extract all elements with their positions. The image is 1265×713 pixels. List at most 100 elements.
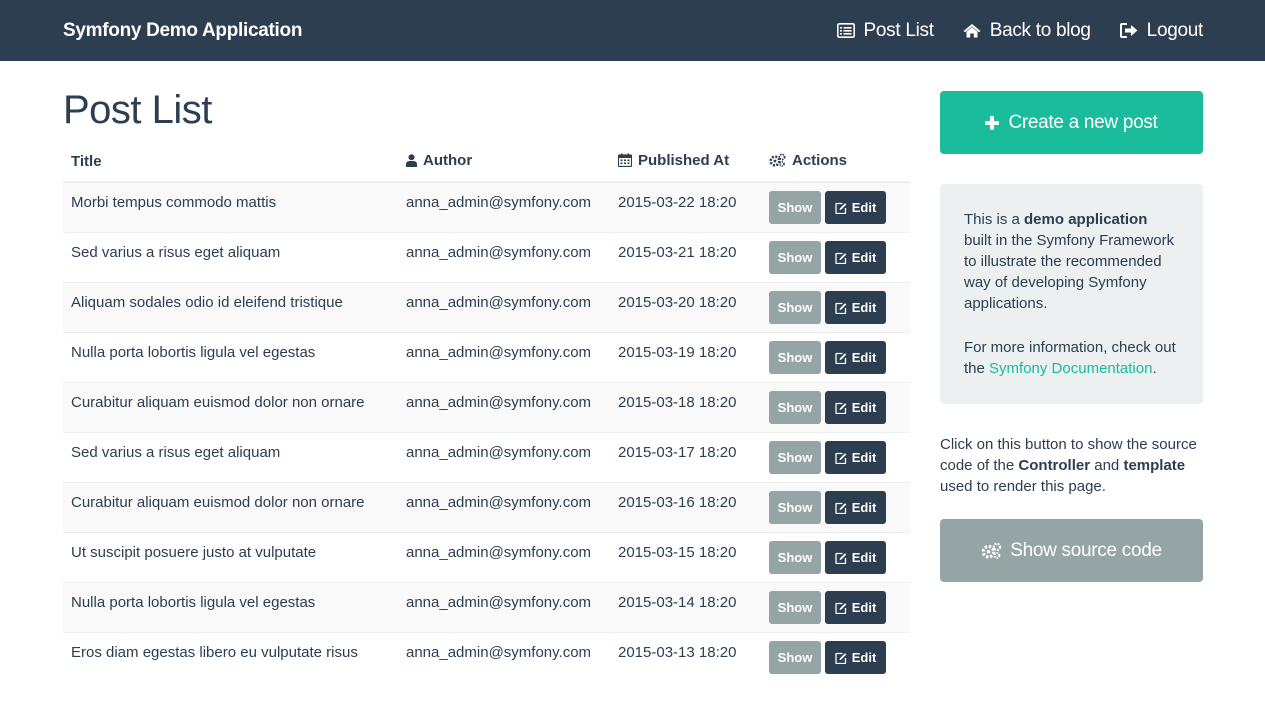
post-actions-cell: Show Edit xyxy=(761,531,910,582)
post-author-cell: anna_admin@symfony.com xyxy=(398,431,610,482)
column-header-published-at: Published At xyxy=(610,142,761,183)
post-author-cell: anna_admin@symfony.com xyxy=(398,231,610,282)
post-title-cell: Eros diam egestas libero eu vulputate ri… xyxy=(63,631,398,682)
list-alt-icon xyxy=(836,23,855,38)
show-post-button[interactable]: Show xyxy=(769,590,821,624)
post-author-cell: anna_admin@symfony.com xyxy=(398,181,610,232)
post-actions-cell: Show Edit xyxy=(761,581,910,632)
nav-logout-label: Logout xyxy=(1146,19,1204,41)
nav-logout-link[interactable]: Logout xyxy=(1119,19,1204,42)
edit-post-button[interactable]: Edit xyxy=(825,240,886,274)
post-author-cell: anna_admin@symfony.com xyxy=(398,281,610,332)
post-published-at-cell: 2015-03-21 18:20 xyxy=(610,231,761,282)
show-post-button[interactable]: Show xyxy=(769,540,821,574)
post-actions-cell: Show Edit xyxy=(761,281,910,332)
post-title-cell: Ut suscipit posuere justo at vulputate xyxy=(63,531,398,582)
show-post-button[interactable]: Show xyxy=(769,191,821,224)
post-actions-cell: Show Edit xyxy=(761,381,910,432)
show-source-code-button[interactable]: Show source code xyxy=(940,519,1203,582)
column-header-actions: Actions xyxy=(761,142,910,183)
show-post-button[interactable]: Show xyxy=(769,640,821,674)
post-title-cell: Sed varius a risus eget aliquam xyxy=(63,231,398,282)
post-published-at-cell: 2015-03-13 18:20 xyxy=(610,631,761,682)
user-icon xyxy=(406,154,417,171)
edit-post-button[interactable]: Edit xyxy=(825,440,886,476)
post-title-cell: Nulla porta lobortis ligula vel egestas xyxy=(63,581,398,632)
post-published-at-cell: 2015-03-18 18:20 xyxy=(610,381,761,432)
post-author-cell: anna_admin@symfony.com xyxy=(398,381,610,432)
post-actions-cell: Show Edit xyxy=(761,181,910,232)
post-title-cell: Sed varius a risus eget aliquam xyxy=(63,431,398,482)
column-header-author: Author xyxy=(398,142,610,183)
edit-post-button[interactable]: Edit xyxy=(825,390,886,426)
show-post-button[interactable]: Show xyxy=(769,490,821,524)
post-author-cell: anna_admin@symfony.com xyxy=(398,631,610,682)
show-post-button[interactable]: Show xyxy=(769,290,821,324)
edit-icon xyxy=(835,393,847,426)
edit-icon xyxy=(835,193,847,226)
edit-icon xyxy=(835,293,847,326)
table-header-row: Title Author Published At Actions xyxy=(63,142,910,183)
navbar: Symfony Demo Application Post List Back … xyxy=(0,0,1265,61)
nav-back-to-blog-link[interactable]: Back to blog xyxy=(963,20,1091,42)
post-author-cell: anna_admin@symfony.com xyxy=(398,481,610,532)
table-row: Nulla porta lobortis ligula vel egestas a… xyxy=(63,581,910,632)
edit-post-label: Edit xyxy=(851,499,877,515)
post-title-cell: Aliquam sodales odio id eleifend tristiq… xyxy=(63,281,398,332)
cogs-icon xyxy=(769,153,786,171)
table-row: Curabitur aliquam euismod dolor non orna… xyxy=(63,381,910,432)
table-row: Ut suscipit posuere justo at vulputate an… xyxy=(63,531,910,582)
edit-post-button[interactable]: Edit xyxy=(825,540,886,576)
edit-post-button[interactable]: Edit xyxy=(825,340,886,376)
post-title-cell: Morbi tempus commodo mattis xyxy=(63,181,398,232)
edit-post-label: Edit xyxy=(851,299,877,315)
edit-post-label: Edit xyxy=(851,599,877,615)
column-header-title: Title xyxy=(63,142,398,183)
post-published-at-cell: 2015-03-14 18:20 xyxy=(610,581,761,632)
show-source-code-label: Show source code xyxy=(1010,539,1162,561)
edit-post-button[interactable]: Edit xyxy=(825,490,886,524)
edit-post-label: Edit xyxy=(851,399,877,415)
edit-post-button[interactable]: Edit xyxy=(825,590,886,624)
edit-post-button[interactable]: Edit xyxy=(825,640,886,676)
nav-post-list-label: Post List xyxy=(863,19,934,41)
show-post-button[interactable]: Show xyxy=(769,390,821,424)
brand-link[interactable]: Symfony Demo Application xyxy=(63,0,302,61)
post-actions-cell: Show Edit xyxy=(761,431,910,482)
edit-icon xyxy=(835,543,847,576)
table-row: Curabitur aliquam euismod dolor non orna… xyxy=(63,481,910,532)
edit-icon xyxy=(835,643,847,676)
calendar-icon xyxy=(617,153,633,171)
edit-post-label: Edit xyxy=(851,349,877,365)
info-well: This is a demo application built in the … xyxy=(940,184,1203,404)
cogs-icon xyxy=(981,542,1002,559)
home-icon xyxy=(963,23,981,38)
edit-post-button[interactable]: Edit xyxy=(825,191,886,224)
post-published-at-cell: 2015-03-19 18:20 xyxy=(610,331,761,382)
edit-post-button[interactable]: Edit xyxy=(825,290,886,326)
nav-back-to-blog-label: Back to blog xyxy=(989,19,1091,41)
edit-icon xyxy=(835,343,847,376)
post-actions-cell: Show Edit xyxy=(761,631,910,682)
show-post-button[interactable]: Show xyxy=(769,340,821,374)
post-title-cell: Curabitur aliquam euismod dolor non orna… xyxy=(63,481,398,532)
sign-out-icon xyxy=(1119,23,1138,38)
post-published-at-cell: 2015-03-22 18:20 xyxy=(610,181,761,232)
table-row: Sed varius a risus eget aliquam anna_admi… xyxy=(63,231,910,282)
show-post-button[interactable]: Show xyxy=(769,440,821,474)
post-published-at-cell: 2015-03-20 18:20 xyxy=(610,281,761,332)
symfony-documentation-link[interactable]: Symfony Documentation xyxy=(989,360,1152,377)
edit-post-label: Edit xyxy=(851,649,877,665)
nav-post-list-link[interactable]: Post List xyxy=(836,19,934,42)
page-title: Post List xyxy=(63,88,212,132)
post-author-cell: anna_admin@symfony.com xyxy=(398,581,610,632)
edit-post-label: Edit xyxy=(851,549,877,565)
edit-icon xyxy=(835,443,847,476)
table-row: Sed varius a risus eget aliquam anna_admi… xyxy=(63,431,910,482)
post-actions-cell: Show Edit xyxy=(761,481,910,532)
post-published-at-cell: 2015-03-16 18:20 xyxy=(610,481,761,532)
show-post-button[interactable]: Show xyxy=(769,240,821,274)
plus-icon xyxy=(985,115,1000,130)
create-new-post-button[interactable]: Create a new post xyxy=(940,91,1203,154)
post-published-at-cell: 2015-03-17 18:20 xyxy=(610,431,761,482)
